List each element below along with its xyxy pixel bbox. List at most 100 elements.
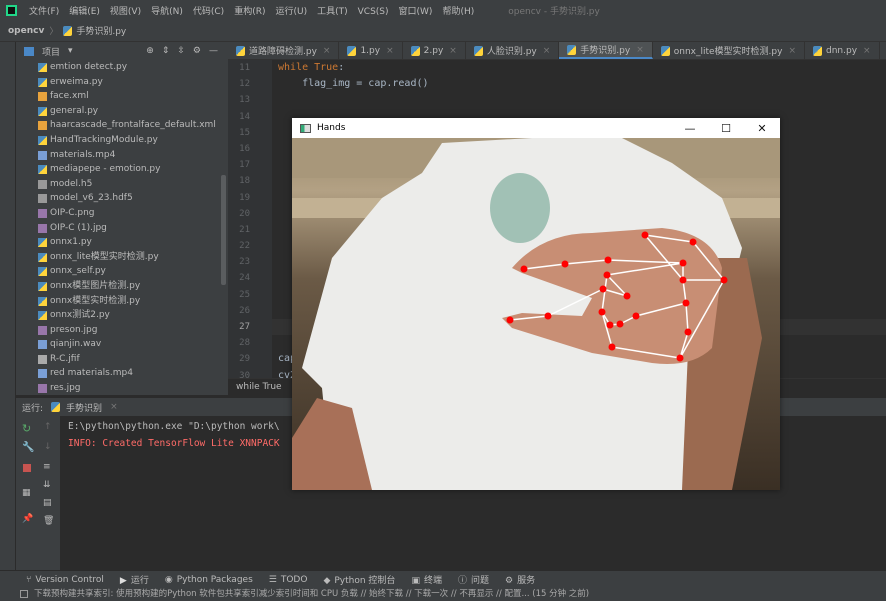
file-tree-item[interactable]: OIP-C.png (16, 206, 228, 221)
editor-tab[interactable]: 人脸识别.py × (466, 42, 560, 59)
tool-window-label: Version Control (35, 574, 104, 585)
console-output[interactable]: E:\python\python.exe "D:\python work\ IN… (68, 418, 280, 452)
breadcrumb-file[interactable]: 手势识别.py (76, 24, 126, 37)
file-tree-item[interactable]: general.py (16, 104, 228, 119)
file-tree-item[interactable]: erweima.py (16, 75, 228, 90)
scroll-to-end-icon[interactable]: ⇊ (43, 480, 51, 490)
menu-item[interactable]: 导航(N) (151, 7, 183, 17)
menu-item[interactable]: 重构(R) (234, 7, 265, 17)
file-tree-item[interactable]: onnx模型图片检测.py (16, 279, 228, 294)
close-tab-icon[interactable]: × (863, 46, 871, 56)
hand-landmark-point (606, 321, 614, 329)
file-tree-item[interactable]: mediapepe - emotion.py (16, 162, 228, 177)
menu-item[interactable]: 编辑(E) (69, 7, 100, 17)
project-panel-actions[interactable]: ⊕⇕⇳⚙— (146, 46, 228, 56)
hand-landmark-point (544, 312, 552, 320)
editor-tab[interactable]: 2.py × (403, 42, 466, 59)
rerun-icon[interactable]: ↻ (22, 422, 31, 435)
file-tree-item[interactable]: res.jpg (16, 381, 228, 395)
breadcrumb-project[interactable]: opencv (8, 26, 44, 36)
editor-tab[interactable]: onnx (880, 42, 886, 59)
file-tree-item[interactable]: preson.jpg (16, 323, 228, 338)
file-tree-item[interactable]: model_v6_23.hdf5 (16, 191, 228, 206)
file-tree-item[interactable]: haarcascade_frontalface_default.xml (16, 118, 228, 133)
menu-item[interactable]: 工具(T) (317, 7, 348, 17)
file-tree-item[interactable]: face.xml (16, 89, 228, 104)
run-tab[interactable]: 手势识别 (66, 401, 102, 414)
tool-window-button[interactable]: ⚙ 服务 (505, 573, 535, 586)
editor-tab[interactable]: onnx_lite模型实时检测.py × (653, 42, 805, 59)
pin-icon[interactable]: 📌 (22, 514, 33, 524)
tool-window-button[interactable]: ◆ Python 控制台 (323, 573, 395, 586)
hand-landmark-point (599, 285, 607, 293)
py-file-icon (38, 267, 47, 277)
mp4-file-icon (38, 150, 47, 160)
file-tree-item[interactable]: HandTrackingModule.py (16, 133, 228, 148)
menu-item[interactable]: 窗口(W) (399, 7, 433, 17)
file-tree-item[interactable]: R-C.jfif (16, 352, 228, 367)
project-scrollbar[interactable] (221, 175, 226, 285)
status-bar: 下载预构建共享索引: 使用预构建的Python 软件包共享索引减少索引时间和 C… (0, 588, 886, 601)
hands-titlebar[interactable]: Hands — ☐ ✕ (292, 118, 780, 138)
close-tab-icon[interactable]: × (543, 46, 551, 56)
close-tab-icon[interactable]: × (449, 46, 457, 56)
delete-icon[interactable]: 🗑 (43, 516, 54, 526)
file-tree-item[interactable]: onnx1.py (16, 235, 228, 250)
menu-item[interactable]: 运行(U) (275, 7, 307, 17)
hdf5-file-icon (38, 194, 47, 204)
chevron-down-icon[interactable]: ▾ (68, 46, 73, 56)
layout-icon[interactable]: ▦ (22, 488, 31, 498)
tool-window-button[interactable]: ▶ 运行 (120, 573, 149, 586)
file-tree-item[interactable]: emtion detect.py (16, 60, 228, 75)
print-icon[interactable]: ▤ (43, 498, 52, 508)
editor-tab[interactable]: 道路障碍检测.py × (228, 42, 340, 59)
file-tree-item[interactable]: materials.mp4 (16, 148, 228, 163)
soft-wrap-icon[interactable]: ≡ (43, 462, 51, 472)
file-tree-item[interactable]: onnx_self.py (16, 264, 228, 279)
file-tree-item[interactable]: qianjin.wav (16, 337, 228, 352)
tool-window-button[interactable]: ☰ TODO (269, 575, 308, 585)
close-tab-icon[interactable]: × (788, 46, 796, 56)
close-tab-icon[interactable]: × (636, 45, 644, 55)
file-tree-item[interactable]: onnx_lite模型实时检测.py (16, 250, 228, 265)
maximize-button[interactable]: ☐ (708, 122, 744, 135)
editor-tab[interactable]: 手势识别.py × (559, 42, 653, 59)
editor-tab[interactable]: 1.py × (339, 42, 403, 59)
tool-window-button[interactable]: ⓘ 问题 (458, 573, 489, 586)
down-arrow-icon[interactable]: ↓ (44, 442, 52, 452)
menu-item[interactable]: 文件(F) (29, 7, 59, 17)
editor-tab[interactable]: dnn.py × (805, 42, 880, 59)
menu-item[interactable]: VCS(S) (358, 7, 389, 17)
stop-icon[interactable] (23, 464, 31, 472)
hand-landmark-point (603, 271, 611, 279)
menu-item[interactable]: 视图(V) (110, 7, 141, 17)
file-tree-item[interactable]: red materials.mp4 (16, 366, 228, 381)
hand-landmark-point (608, 343, 616, 351)
window-title: opencv - 手势识别.py (508, 6, 600, 17)
menu-item[interactable]: 代码(C) (193, 7, 224, 17)
menu-item[interactable]: 帮助(H) (442, 7, 474, 17)
wrench-icon[interactable]: 🔧 (22, 442, 34, 453)
file-name: onnx1.py (50, 237, 92, 248)
close-button[interactable]: ✕ (744, 122, 780, 135)
file-tree-item[interactable]: onnx测试2.py (16, 308, 228, 323)
project-panel-title[interactable]: 项目 (42, 45, 60, 58)
py-file-icon (38, 77, 47, 87)
file-tree-item[interactable]: OIP-C (1).jpg (16, 221, 228, 236)
up-arrow-icon[interactable]: ↑ (44, 422, 52, 432)
status-text[interactable]: 下载预构建共享索引: 使用预构建的Python 软件包共享索引减少索引时间和 C… (34, 589, 589, 599)
tool-window-button[interactable]: ◉ Python Packages (165, 575, 253, 585)
minimize-button[interactable]: — (672, 122, 708, 135)
hand-landmark-point (689, 238, 697, 246)
tool-window-button[interactable]: ⑂ Version Control (26, 575, 104, 585)
close-icon[interactable]: × (110, 402, 118, 412)
jfif-file-icon (38, 354, 47, 364)
tool-window-button[interactable]: ▣ 终端 (411, 573, 442, 586)
close-tab-icon[interactable]: × (386, 46, 394, 56)
file-tree-item[interactable]: model.h5 (16, 177, 228, 192)
hand-landmark-point (506, 316, 514, 324)
checkbox-icon[interactable] (20, 589, 28, 598)
file-tree-item[interactable]: onnx模型实时检测.py (16, 294, 228, 309)
file-name: general.py (50, 105, 99, 116)
close-tab-icon[interactable]: × (323, 46, 331, 56)
